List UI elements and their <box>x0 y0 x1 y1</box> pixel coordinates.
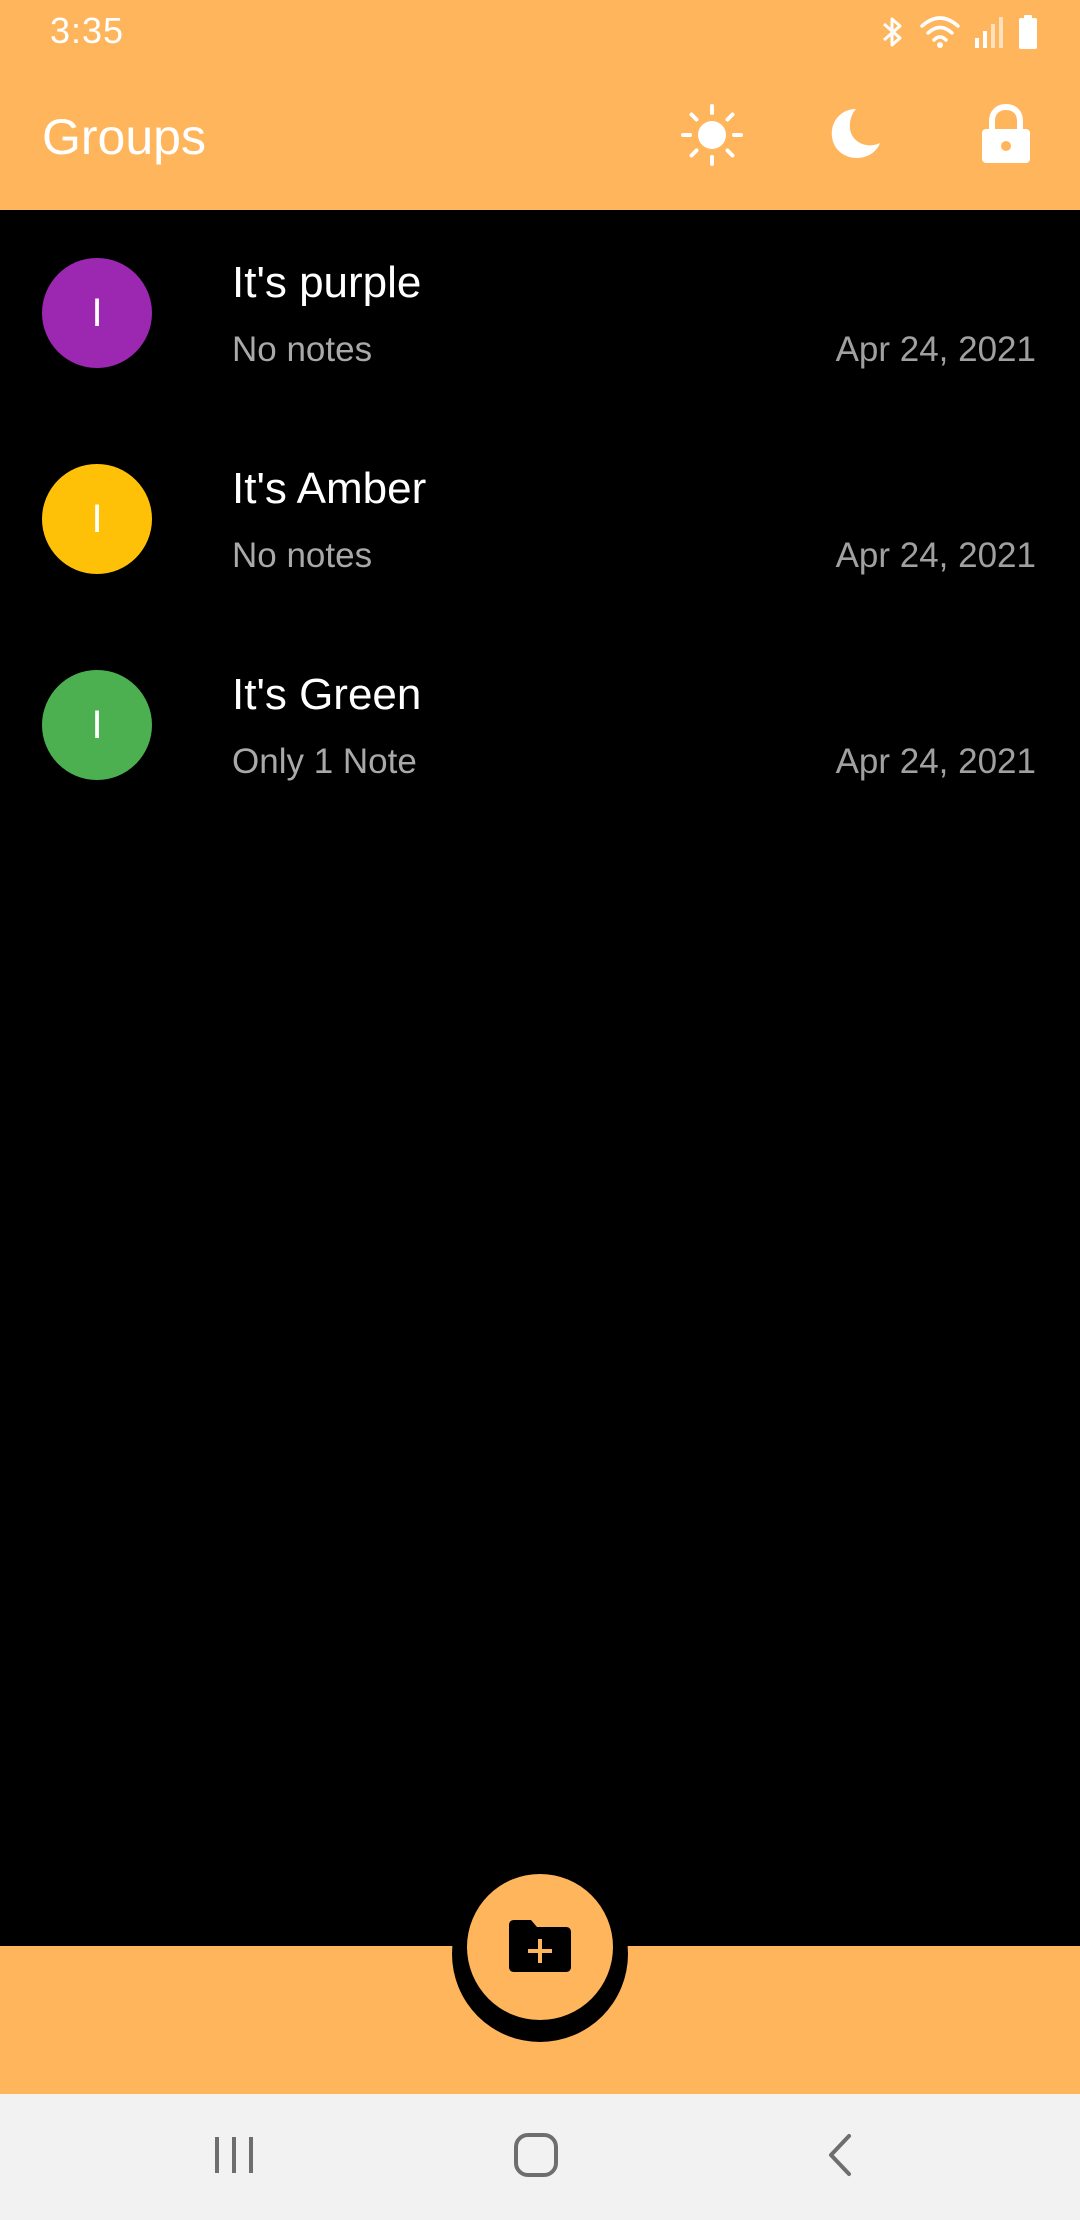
group-note-count: Only 1 Note <box>232 742 417 781</box>
group-note-count: No notes <box>232 330 373 369</box>
recent-apps-button[interactable] <box>194 2124 274 2190</box>
list-item[interactable]: I It's Green Only 1 Note Apr 24, 2021 <box>0 622 1080 828</box>
lock-button[interactable] <box>970 101 1042 173</box>
group-list: I It's purple No notes Apr 24, 2021 I It… <box>0 210 1080 828</box>
page-title: Groups <box>42 109 206 165</box>
group-date: Apr 24, 2021 <box>835 330 1036 369</box>
list-item[interactable]: I It's purple No notes Apr 24, 2021 <box>0 210 1080 416</box>
bluetooth-icon <box>880 14 906 50</box>
screen: 3:35 Groups I It's purple No notes Apr 2… <box>0 0 1080 2220</box>
battery-icon <box>1018 14 1038 50</box>
group-date: Apr 24, 2021 <box>835 536 1036 575</box>
home-button[interactable] <box>496 2124 576 2190</box>
group-title: It's Amber <box>232 464 427 513</box>
light-theme-button[interactable] <box>676 101 748 173</box>
group-title: It's purple <box>232 258 422 307</box>
group-note-count: No notes <box>232 536 373 575</box>
avatar: I <box>42 258 152 368</box>
add-group-button[interactable] <box>467 1874 613 2020</box>
system-nav-bar <box>0 2094 1080 2220</box>
dark-theme-button[interactable] <box>818 101 890 173</box>
home-icon <box>513 2132 559 2183</box>
status-bar: 3:35 <box>0 0 1080 64</box>
list-item[interactable]: I It's Amber No notes Apr 24, 2021 <box>0 416 1080 622</box>
status-time: 3:35 <box>50 10 125 51</box>
sun-icon <box>680 103 744 172</box>
create-new-folder-icon <box>507 1917 573 1978</box>
wifi-icon <box>920 14 960 50</box>
back-icon <box>825 2132 855 2183</box>
group-title: It's Green <box>232 670 422 719</box>
avatar: I <box>42 464 152 574</box>
lock-icon <box>978 103 1034 172</box>
avatar: I <box>42 670 152 780</box>
back-button[interactable] <box>800 2124 880 2190</box>
group-date: Apr 24, 2021 <box>835 742 1036 781</box>
signal-icon <box>974 14 1004 50</box>
app-bar: Groups <box>0 64 1080 210</box>
recents-icon <box>212 2135 256 2180</box>
moon-icon <box>822 103 886 172</box>
status-icons <box>880 10 1038 54</box>
